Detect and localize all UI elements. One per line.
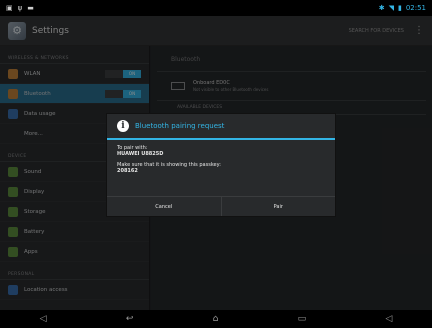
wifi-status-icon: ◥ — [388, 4, 394, 12]
status-bar: ▣ ψ ▬ ✱ ◥ ▮ 02:51 — [0, 0, 432, 16]
info-icon: i — [117, 120, 129, 132]
dialog-title: Bluetooth pairing request — [135, 122, 225, 130]
passkey-value: 208162 — [117, 168, 138, 174]
pair-button[interactable]: Pair — [220, 197, 336, 216]
clock: 02:51 — [405, 4, 426, 12]
home-icon[interactable]: ⌂ — [213, 314, 219, 324]
usb-icon: ψ — [17, 4, 23, 12]
bluetooth-status-icon: ✱ — [378, 4, 385, 12]
volume-up-icon[interactable]: ◁ — [385, 314, 392, 324]
volume-down-icon[interactable]: ◁ — [40, 314, 47, 324]
recent-apps-icon[interactable]: ▭ — [298, 314, 307, 324]
dialog-header: i Bluetooth pairing request — [107, 114, 335, 140]
battery-status-icon: ▮ — [397, 4, 402, 12]
cancel-button[interactable]: Cancel — [107, 197, 221, 216]
status-left: ▣ ψ ▬ — [6, 4, 34, 12]
pairing-dialog: i Bluetooth pairing request To pair with… — [106, 113, 336, 217]
status-right: ✱ ◥ ▮ 02:51 — [379, 4, 426, 12]
notification-icon: ▬ — [27, 4, 34, 12]
image-icon: ▣ — [6, 4, 13, 12]
dialog-body: To pair with: HUAWEI U8825D Make sure th… — [107, 140, 335, 179]
back-icon[interactable]: ↩ — [126, 314, 134, 324]
navigation-bar: ◁ ↩ ⌂ ▭ ◁ — [0, 310, 432, 328]
dialog-buttons: Cancel Pair — [107, 196, 335, 216]
